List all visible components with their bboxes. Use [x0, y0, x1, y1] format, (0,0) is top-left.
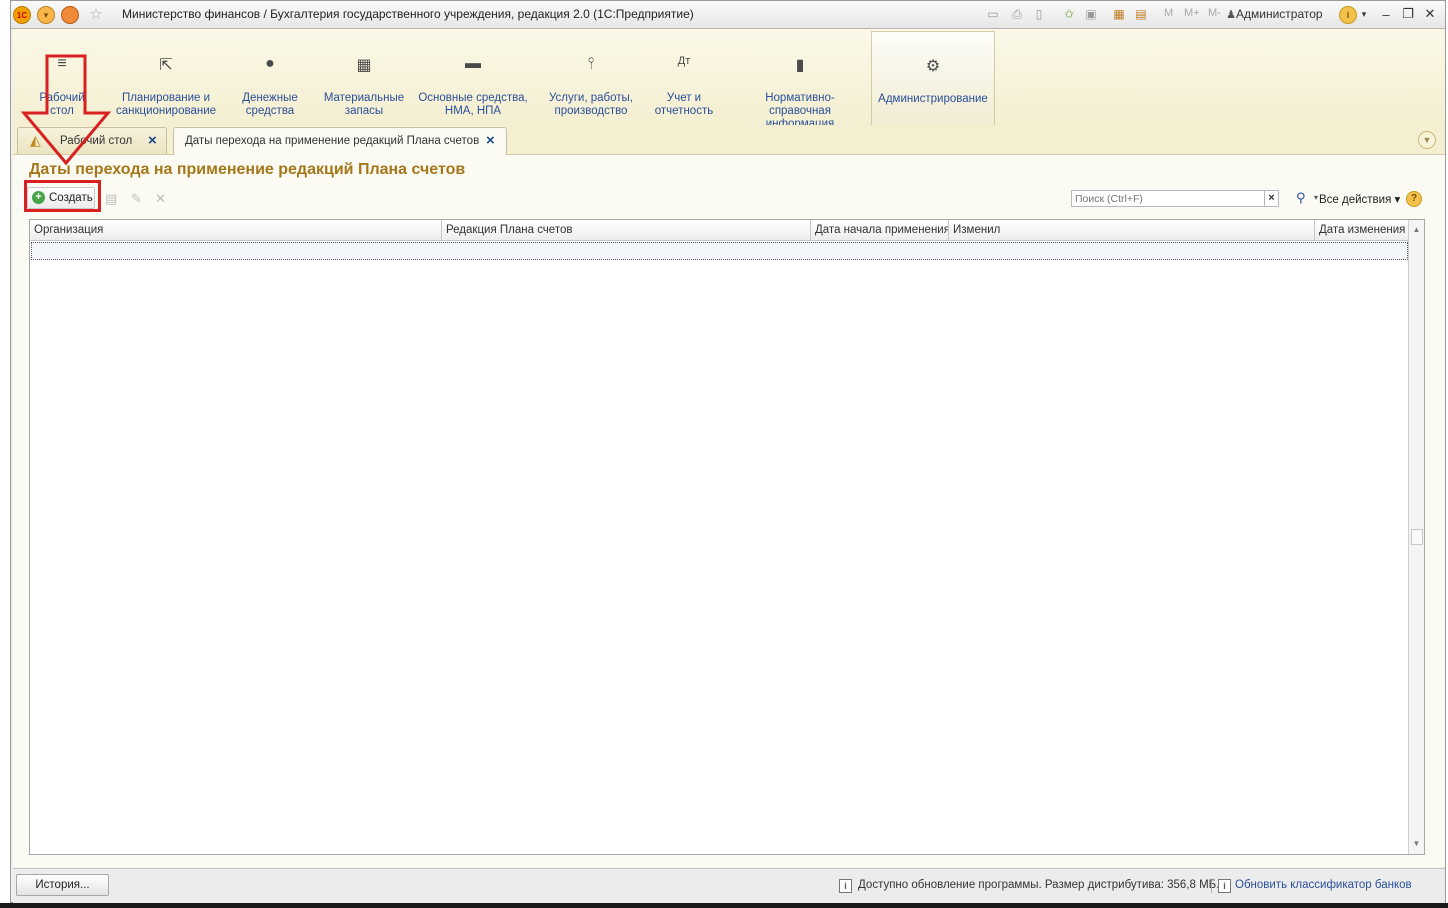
column-plan-edition[interactable]: Редакция Плана счетов [442, 220, 811, 240]
add-favorite-icon[interactable]: ✩ [1061, 6, 1077, 22]
close-window-icon[interactable]: ✕ [1421, 5, 1439, 23]
section-planning[interactable]: ⇱ Планирование и санкционирование [113, 29, 219, 125]
section-label: Учет и отчетность [654, 92, 714, 117]
table-header: Организация Редакция Плана счетов Дата н… [30, 220, 1410, 241]
sections-panel: ≡ Рабочий стол ⇱ Планирование и санкцион… [13, 29, 1445, 130]
menu-icon: ≡ [57, 55, 67, 72]
section-administration[interactable]: ⚙ Администрирование [871, 31, 995, 125]
calculator-icon[interactable]: ▦ [1111, 6, 1127, 22]
section-desktop[interactable]: ≡ Рабочий стол [27, 29, 97, 125]
truck-icon: ▬ [465, 55, 481, 72]
info-dropdown-icon[interactable]: ▾ [1355, 5, 1373, 23]
app-window: 1С ▾ ☆ Министерство финансов / Бухгалтер… [10, 0, 1446, 903]
column-changed-by[interactable]: Изменил [949, 220, 1315, 240]
tools-icon: ⫯ [587, 55, 595, 72]
column-change-date[interactable]: Дата изменения [1315, 220, 1410, 240]
section-reference[interactable]: ▮ Нормативно-справочная информация [735, 29, 865, 130]
close-tab-icon[interactable]: × [486, 132, 495, 149]
edit-icon[interactable]: ✎ [131, 191, 142, 207]
save-icon[interactable]: ▭ [985, 6, 1001, 22]
section-label: Основные средства, НМА, НПА [418, 92, 528, 117]
all-actions-label: Все действия [1319, 194, 1392, 206]
clear-search-icon[interactable]: × [1265, 190, 1279, 207]
chart-icon: ⇱ [159, 57, 173, 74]
restore-icon[interactable]: ❐ [1399, 5, 1417, 23]
book-icon: ▮ [795, 57, 805, 74]
open-tabs-bar: ◭ Рабочий стол × Даты перехода на примен… [13, 125, 1445, 155]
scroll-up-icon[interactable]: ▲ [1409, 222, 1424, 238]
section-label: Планирование и санкционирование [115, 92, 217, 117]
boxes-icon: ▦ [356, 57, 372, 74]
history-icon[interactable]: ▣ [1083, 6, 1099, 22]
column-organization[interactable]: Организация [30, 220, 442, 240]
search-icon[interactable]: ⚲ [1296, 190, 1306, 206]
memory-m-button[interactable]: M [1164, 7, 1173, 19]
vertical-scrollbar[interactable]: ▲ ▼ [1408, 220, 1424, 854]
section-label: Услуги, работы, производство [548, 92, 633, 117]
app-logo-icon[interactable]: 1С [13, 6, 31, 24]
status-bar: История... i Доступно обновление програм… [13, 868, 1445, 903]
search-dropdown-icon[interactable]: ▾ [1314, 193, 1318, 202]
scroll-thumb[interactable] [1411, 529, 1423, 545]
bank-info-icon: i [1218, 879, 1231, 893]
title-bar: 1С ▾ ☆ Министерство финансов / Бухгалтер… [11, 1, 1445, 29]
search-input[interactable] [1071, 190, 1265, 207]
table-row[interactable] [31, 242, 1408, 260]
left-margin [0, 0, 10, 903]
page-title: Даты перехода на применение редакций Пла… [29, 161, 466, 178]
copy-icon[interactable]: ▤ [105, 191, 117, 207]
memory-plus-button[interactable]: M+ [1184, 7, 1200, 19]
ruble-icon: ● [265, 55, 275, 72]
bottom-edge [0, 903, 1448, 908]
section-label: Материальные запасы [323, 92, 405, 117]
close-tab-icon[interactable]: × [148, 132, 157, 149]
section-services[interactable]: ⫯ Услуги, работы, производство [541, 29, 641, 125]
minimize-icon[interactable]: – [1377, 5, 1395, 23]
print-icon[interactable]: ⎙ [1009, 6, 1025, 22]
create-button-highlight [24, 180, 101, 212]
home-icon[interactable] [61, 6, 79, 24]
window-title: Министерство финансов / Бухгалтерия госу… [122, 7, 694, 21]
desktop-tab-icon: ◭ [30, 132, 41, 148]
scroll-down-icon[interactable]: ▼ [1409, 836, 1424, 852]
status-divider [1211, 878, 1212, 893]
section-materials[interactable]: ▦ Материальные запасы [321, 29, 407, 125]
form-content: Даты перехода на применение редакций Пла… [13, 155, 1445, 867]
calendar-icon[interactable]: ▤ [1133, 6, 1149, 22]
data-table[interactable]: Организация Редакция Плана счетов Дата н… [29, 219, 1425, 855]
tabs-more-icon[interactable]: ▼ [1418, 131, 1436, 149]
section-accounting[interactable]: Дт Учет и отчетность [649, 29, 719, 125]
delete-icon[interactable]: ✕ [155, 191, 166, 207]
column-start-date[interactable]: Дата начала применения [811, 220, 949, 240]
favorites-star-icon[interactable]: ☆ [88, 6, 104, 23]
tab-label: Рабочий стол [60, 135, 133, 147]
preview-icon[interactable]: ▯ [1031, 6, 1047, 22]
tab-plan-dates[interactable]: Даты перехода на применение редакций Пла… [173, 127, 507, 155]
help-icon[interactable]: ? [1406, 191, 1422, 207]
debit-credit-icon: Дт [677, 55, 691, 67]
section-label: Администрирование [878, 93, 988, 105]
section-money[interactable]: ● Денежные средства [235, 29, 305, 125]
tab-desktop[interactable]: ◭ Рабочий стол × [17, 127, 167, 154]
update-bank-classifier-link[interactable]: Обновить классификатор банков [1235, 879, 1412, 891]
user-name[interactable]: Администратор [1236, 7, 1323, 21]
section-label: Рабочий стол [39, 92, 85, 117]
menu-dropdown-icon[interactable]: ▾ [37, 6, 55, 24]
section-fixed-assets[interactable]: ▬ Основные средства, НМА, НПА [415, 29, 531, 125]
update-info-icon: i [839, 879, 852, 893]
tab-label: Даты перехода на применение редакций Пла… [185, 135, 480, 147]
gear-icon: ⚙ [925, 58, 941, 75]
update-message[interactable]: Доступно обновление программы. Размер ди… [858, 879, 1219, 891]
memory-minus-button[interactable]: M- [1208, 7, 1221, 19]
all-actions-button[interactable]: Все действия ▾ [1319, 192, 1400, 206]
history-button[interactable]: История... [16, 874, 109, 896]
section-label: Денежные средства [242, 92, 298, 117]
